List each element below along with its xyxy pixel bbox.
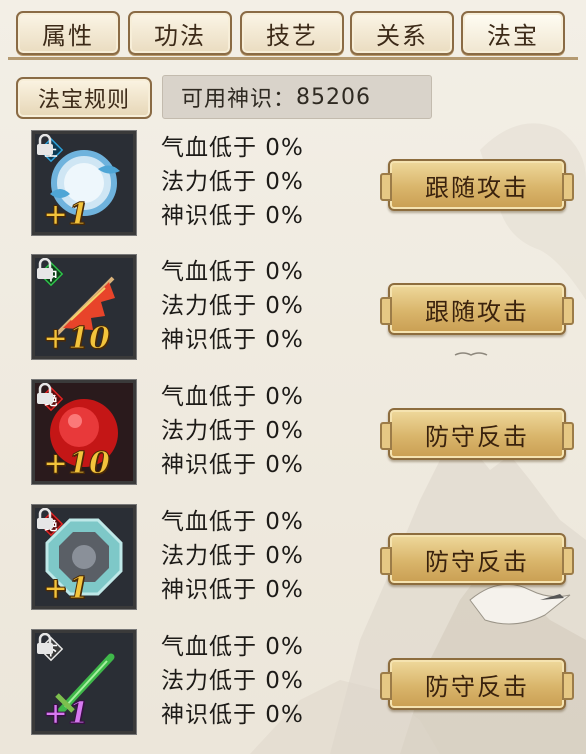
follow-attack-button[interactable]: 跟随攻击 [380,283,574,335]
tab-treasures[interactable]: 法宝 [461,11,565,55]
tab-attributes[interactable]: 属性 [16,11,120,55]
hp-condition: 气血低于 0% [161,135,304,161]
divine-sense-label: 可用神识： [181,87,297,112]
mana-condition: 法力低于 0% [161,668,304,694]
tab-bar: 属性 功法 技艺 关系 法宝 [16,11,576,57]
enhance-level: +1 [42,197,90,233]
sense-condition: 神识低于 0% [161,452,304,478]
green-sword-treasure-icon[interactable]: 下 +1 [32,630,136,734]
octagon-mirror-treasure-icon[interactable]: 绝 +1 [32,505,136,609]
enhance-level: +1 [42,571,90,607]
sense-condition: 神识低于 0% [161,702,304,728]
mana-condition: 法力低于 0% [161,169,304,195]
follow-attack-button[interactable]: 跟随攻击 [380,159,574,211]
lock-icon [37,134,53,155]
lock-icon [37,383,53,404]
lock-icon [37,633,53,654]
divine-sense-value: 85206 [296,84,372,110]
enhance-level: +1 [42,696,90,732]
mana-condition: 法力低于 0% [161,293,304,319]
lock-icon [37,258,53,279]
sense-condition: 神识低于 0% [161,577,304,603]
hp-condition: 气血低于 0% [161,259,304,285]
treasure-rules-button[interactable]: 法宝规则 [16,77,152,119]
treasure-row: 下 +1 气血低于 0% 法力低于 0% 神识低于 0% 防守反击 [0,630,586,740]
sense-condition: 神识低于 0% [161,327,304,353]
defend-counter-button[interactable]: 防守反击 [380,658,574,710]
hp-condition: 气血低于 0% [161,634,304,660]
treasure-conditions: 气血低于 0% 法力低于 0% 神识低于 0% [161,630,304,732]
tab-crafts[interactable]: 技艺 [240,11,344,55]
mana-condition: 法力低于 0% [161,543,304,569]
enhance-level: +10 [43,321,111,357]
treasure-row: 上 +1 气血低于 0% 法力低于 0% 神识低于 0% 跟随攻击 [0,131,586,241]
defend-counter-button[interactable]: 防守反击 [380,408,574,460]
treasure-conditions: 气血低于 0% 法力低于 0% 神识低于 0% [161,505,304,607]
treasure-conditions: 气血低于 0% 法力低于 0% 神识低于 0% [161,131,304,233]
treasure-row: 中 +10 气血低于 0% 法力低于 0% 神识低于 0% 跟随攻击 [0,255,586,365]
defend-counter-button[interactable]: 防守反击 [380,533,574,585]
tab-relations[interactable]: 关系 [350,11,454,55]
tab-divider [8,57,578,60]
lock-icon [37,508,53,529]
tab-skills[interactable]: 功法 [128,11,232,55]
sense-condition: 神识低于 0% [161,203,304,229]
available-divine-sense: 可用神识： 85206 [162,75,432,119]
mana-condition: 法力低于 0% [161,418,304,444]
treasure-row: 绝 +10 气血低于 0% 法力低于 0% 神识低于 0% 防守反击 [0,380,586,490]
treasure-row: 绝 +1 气血低于 0% 法力低于 0% 神识低于 0% 防守反击 [0,505,586,615]
mirror-treasure-icon[interactable]: 上 +1 [32,131,136,235]
hp-condition: 气血低于 0% [161,509,304,535]
enhance-level: +10 [43,446,111,482]
red-gem-treasure-icon[interactable]: 绝 +10 [32,380,136,484]
flag-treasure-icon[interactable]: 中 +10 [32,255,136,359]
treasure-conditions: 气血低于 0% 法力低于 0% 神识低于 0% [161,255,304,357]
treasure-conditions: 气血低于 0% 法力低于 0% 神识低于 0% [161,380,304,482]
hp-condition: 气血低于 0% [161,384,304,410]
